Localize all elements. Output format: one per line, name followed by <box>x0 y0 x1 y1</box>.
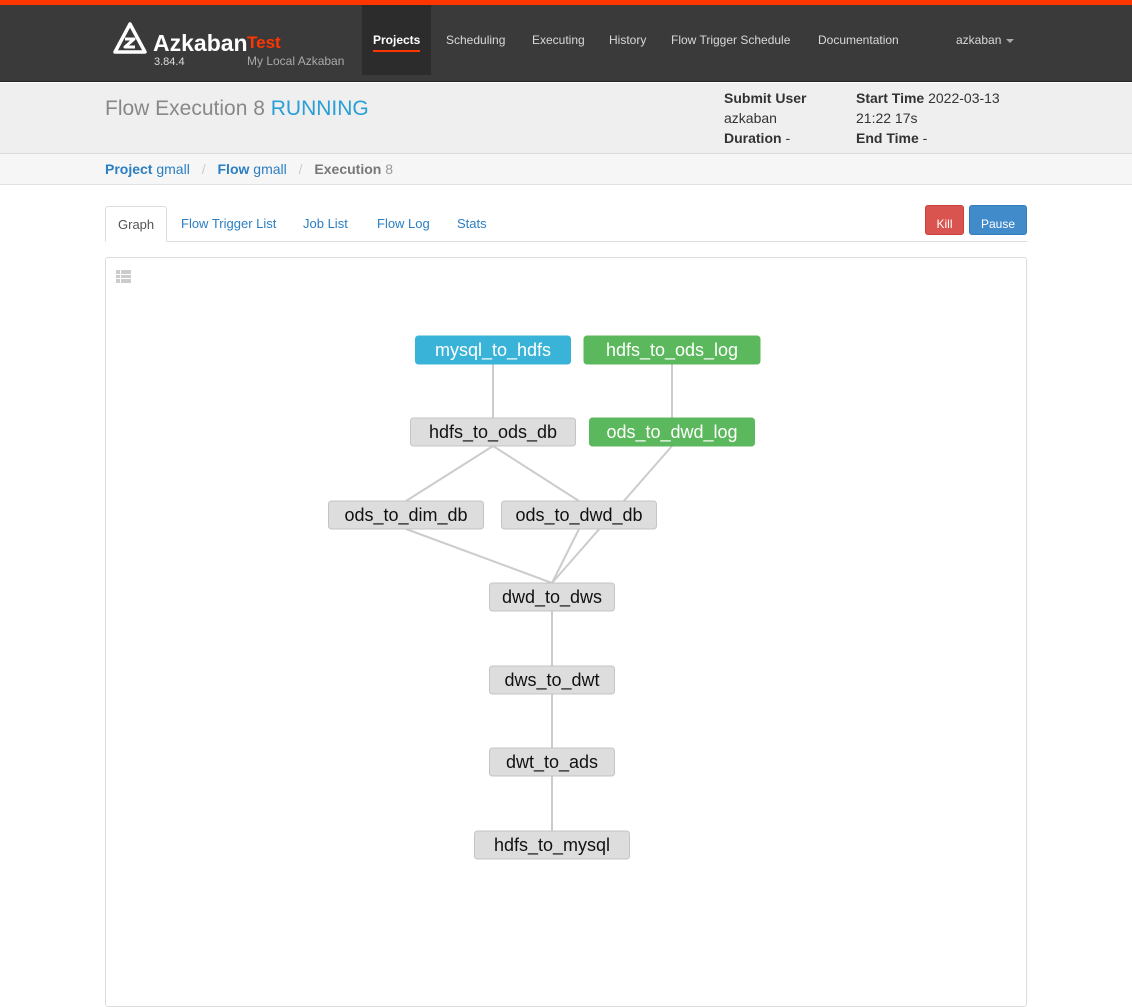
tab-flow-trigger-list[interactable]: Flow Trigger List <box>169 206 288 242</box>
tab-flow-log[interactable]: Flow Log <box>365 206 442 242</box>
nav-projects[interactable]: Projects <box>362 5 432 75</box>
submit-user-label: Submit User <box>724 90 807 106</box>
top-navbar: Azkaban Test 3.84.4 My Local Azkaban Pro… <box>0 5 1132 82</box>
dependency-edge <box>405 528 553 584</box>
user-menu[interactable]: azkaban <box>956 33 1015 47</box>
azkaban-logo-icon[interactable] <box>113 22 147 56</box>
breadcrumb-separator: / <box>201 161 206 177</box>
graph-panel[interactable]: mysql_to_hdfs hdfs_to_ods_log hdfs_to_ods_… <box>105 257 1027 1007</box>
time-block: Start Time 2022-03-13 21:22 17s End Time… <box>856 88 1000 148</box>
tab-stats[interactable]: Stats <box>445 206 499 242</box>
end-time-value: - <box>922 130 928 146</box>
start-time-label: Start Time <box>856 90 925 106</box>
brand-environment: Test <box>247 33 281 52</box>
tab-job-list[interactable]: Job List <box>291 206 360 242</box>
breadcrumb-project[interactable]: Project gmall <box>105 161 190 177</box>
execution-tabs: Graph Flow Trigger List Job List Flow Lo… <box>105 206 1027 242</box>
nav-scheduling[interactable]: Scheduling <box>446 5 505 75</box>
job-node-label: ods_to_dwd_log <box>606 422 737 443</box>
job-node-label: dwt_to_ads <box>506 752 598 773</box>
job-node-label: mysql_to_hdfs <box>435 340 551 361</box>
breadcrumb-separator: / <box>298 161 303 177</box>
job-node-dwd-to-dws[interactable]: dwd_to_dws <box>489 582 615 612</box>
breadcrumb-project-name: gmall <box>156 161 190 177</box>
breadcrumb-flow-name: gmall <box>253 161 287 177</box>
job-node-ods-to-dwd-log[interactable]: ods_to_dwd_log <box>589 417 755 447</box>
kill-button[interactable]: Kill <box>925 205 964 235</box>
brand-name[interactable]: Azkaban <box>153 30 248 57</box>
nav-history[interactable]: History <box>609 5 646 75</box>
job-node-label: ods_to_dwd_db <box>515 505 642 526</box>
execution-header: Flow Execution 8 RUNNING Submit User azk… <box>0 83 1132 154</box>
job-node-label: hdfs_to_mysql <box>494 835 610 856</box>
end-time-label: End Time <box>856 130 919 146</box>
submit-user-block: Submit User azkaban Duration - <box>724 88 806 148</box>
submit-user-value: azkaban <box>724 110 777 126</box>
breadcrumb-flow[interactable]: Flow gmall <box>218 161 287 177</box>
breadcrumb-project-label: Project <box>105 161 153 177</box>
duration-label: Duration <box>724 130 782 146</box>
breadcrumb: Project gmall / Flow gmall / Execution 8 <box>105 161 393 177</box>
breadcrumb-bar: Project gmall / Flow gmall / Execution 8 <box>0 154 1132 185</box>
job-node-mysql-to-hdfs[interactable]: mysql_to_hdfs <box>415 335 571 365</box>
start-time-clock: 21:22 17s <box>856 110 918 126</box>
dependency-edge <box>492 445 580 502</box>
job-node-ods-to-dim-db[interactable]: ods_to_dim_db <box>328 500 484 530</box>
job-node-hdfs-to-ods-db[interactable]: hdfs_to_ods_db <box>410 417 576 447</box>
job-node-label: dws_to_dwt <box>504 670 599 691</box>
page-title-prefix: Flow Execution 8 <box>105 97 265 120</box>
user-name: azkaban <box>956 33 1002 47</box>
breadcrumb-execution-id: 8 <box>385 161 394 177</box>
breadcrumb-flow-label: Flow <box>217 161 250 177</box>
brand-version: 3.84.4 <box>154 56 185 68</box>
job-node-hdfs-to-mysql[interactable]: hdfs_to_mysql <box>474 830 630 860</box>
duration-value: - <box>785 130 791 146</box>
job-node-dws-to-dwt[interactable]: dws_to_dwt <box>489 665 615 695</box>
chevron-down-icon <box>1006 38 1015 43</box>
dependency-edge <box>405 445 494 502</box>
job-node-ods-to-dwd-db[interactable]: ods_to_dwd_db <box>501 500 657 530</box>
execution-status: RUNNING <box>270 97 369 120</box>
job-node-label: hdfs_to_ods_db <box>429 422 557 443</box>
nav-flow-trigger-schedule[interactable]: Flow Trigger Schedule <box>671 5 790 75</box>
job-node-label: dwd_to_dws <box>502 587 602 608</box>
flow-graph[interactable]: mysql_to_hdfs hdfs_to_ods_log hdfs_to_ods_… <box>106 258 1026 1006</box>
brand-description: My Local Azkaban <box>247 54 345 68</box>
page-title: Flow Execution 8 RUNNING <box>105 97 369 121</box>
nav-active-underline <box>373 50 421 52</box>
job-node-hdfs-to-ods-log[interactable]: hdfs_to_ods_log <box>583 335 761 365</box>
job-node-dwt-to-ads[interactable]: dwt_to_ads <box>489 747 615 777</box>
pause-button[interactable]: Pause <box>969 205 1027 235</box>
nav-documentation[interactable]: Documentation <box>818 5 899 75</box>
tab-graph[interactable]: Graph <box>105 206 168 242</box>
start-time-date: 2022-03-13 <box>928 90 1000 106</box>
nav-projects-label: Projects <box>373 33 421 47</box>
breadcrumb-execution-label: Execution <box>314 161 382 177</box>
nav-executing[interactable]: Executing <box>532 5 585 75</box>
job-node-label: ods_to_dim_db <box>344 505 467 526</box>
job-node-label: hdfs_to_ods_log <box>606 340 738 361</box>
